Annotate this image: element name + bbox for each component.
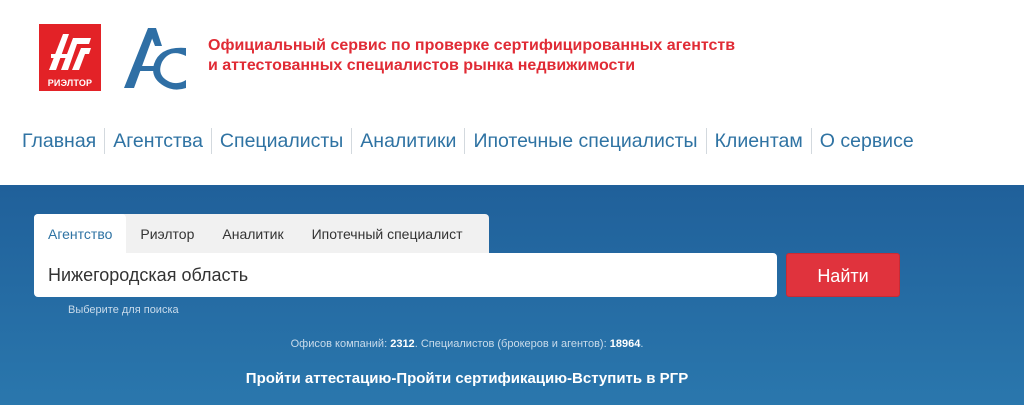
tab-realtor[interactable]: Риэлтор xyxy=(126,214,208,254)
site-header: РИЭЛТОР Официальный сервис по проверке с… xyxy=(0,0,1024,185)
nav-item-agencies[interactable]: Агентства xyxy=(105,126,211,156)
search-button[interactable]: Найти xyxy=(786,253,900,297)
ac-logo-icon xyxy=(124,28,186,90)
tagline-line-2: и аттестованных специалистов рынка недви… xyxy=(208,57,636,74)
rieltor-logo-text: РИЭЛТОР xyxy=(47,78,93,88)
offices-label: Офисов компаний: xyxy=(290,338,388,350)
certification-cta-link[interactable]: Пройти аттестацию-Пройти сертификацию-Вс… xyxy=(0,370,934,387)
search-input[interactable] xyxy=(34,253,777,297)
search-hint: Выберите для поиска xyxy=(68,304,179,316)
nav-item-specialists[interactable]: Специалисты xyxy=(212,126,351,156)
nav-item-home[interactable]: Главная xyxy=(14,126,104,156)
rieltor-logo[interactable]: РИЭЛТОР xyxy=(39,24,101,91)
ac-logo[interactable] xyxy=(122,26,190,90)
nav-item-analysts[interactable]: Аналитики xyxy=(352,126,464,156)
search-field-container xyxy=(34,253,777,297)
tab-agency[interactable]: Агентство xyxy=(34,214,127,254)
offices-count: 2312 xyxy=(390,338,415,350)
stats-line: Офисов компаний: 2312. Специалистов (бро… xyxy=(290,338,644,350)
tagline-line-1: Официальный сервис по проверке сертифици… xyxy=(208,37,736,54)
tab-analyst[interactable]: Аналитик xyxy=(208,214,297,254)
nav-item-about[interactable]: О сервисе xyxy=(812,126,922,156)
tab-mortgage-specialist[interactable]: Ипотечный специалист xyxy=(298,214,477,254)
search-tabs: Агентство Риэлтор Аналитик Ипотечный спе… xyxy=(34,214,489,254)
nav-item-mortgage-specialists[interactable]: Ипотечные специалисты xyxy=(465,126,705,156)
main-nav: Главная Агентства Специалисты Аналитики … xyxy=(14,125,922,157)
specialists-label: Специалистов (брокеров и агентов): xyxy=(420,338,607,350)
nav-item-clients[interactable]: Клиентам xyxy=(707,126,811,156)
site-tagline: Официальный сервис по проверке сертифици… xyxy=(208,36,808,76)
specialists-count: 18964 xyxy=(609,338,641,350)
